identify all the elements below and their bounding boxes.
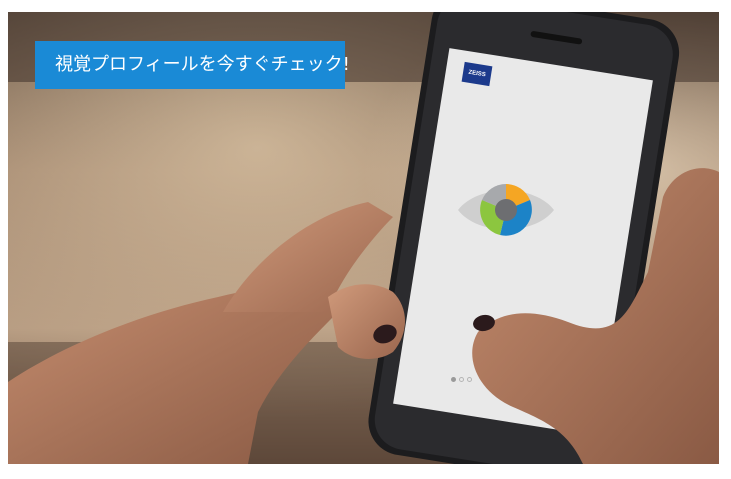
eye-icon[interactable] [456, 178, 556, 242]
pagination-dots [451, 377, 472, 382]
pagination-dot[interactable] [467, 377, 472, 382]
banner-text: 視覚プロフィールを今すぐチェック! [55, 54, 350, 75]
pagination-dot[interactable] [459, 377, 464, 382]
pagination-dot-active[interactable] [451, 377, 456, 382]
promo-banner[interactable]: 視覚プロフィールを今すぐチェック! [35, 41, 350, 89]
logo-text: ZEISS [467, 69, 487, 79]
zeiss-logo: ZEISS [461, 61, 493, 87]
